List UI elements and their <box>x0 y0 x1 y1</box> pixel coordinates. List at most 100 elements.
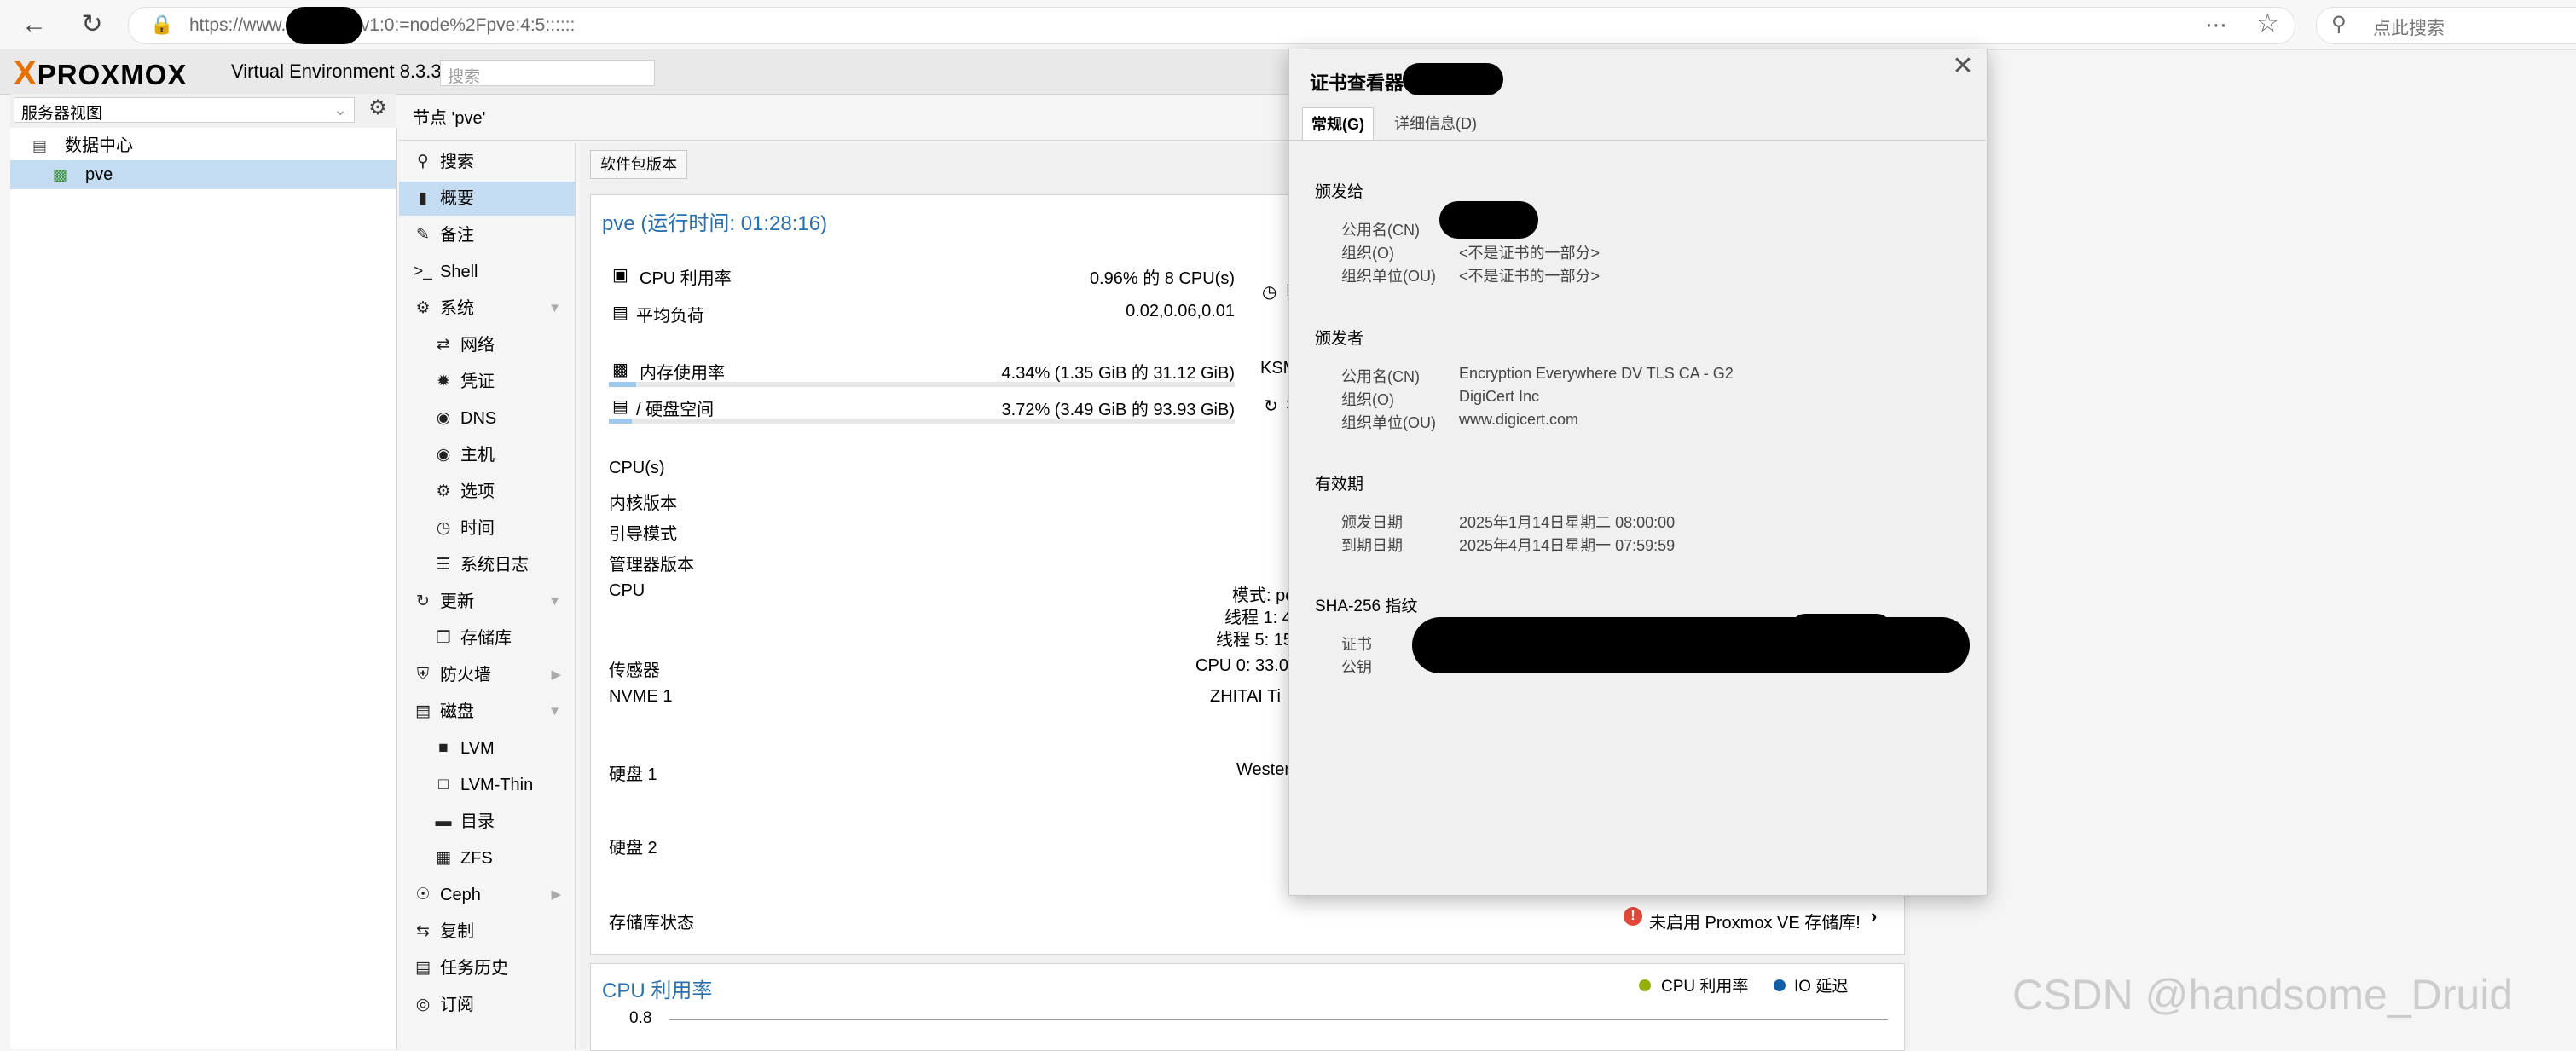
disk-space-bar <box>609 419 1235 424</box>
nav-item-directory[interactable]: ▬ 目录 <box>399 805 575 839</box>
reload-icon[interactable]: ↻ <box>75 8 109 42</box>
info-label-sensors: 传感器 <box>609 661 660 680</box>
nav-item-hosts[interactable]: ◉ 主机 <box>399 438 575 472</box>
nav-item-summary[interactable]: ▮ 概要 <box>399 182 575 216</box>
files-icon: ❐ <box>436 629 451 647</box>
nav-item-network[interactable]: ⇄ 网络 <box>399 328 575 362</box>
retweet-icon: ⇆ <box>416 922 430 940</box>
info-label-kernel: 内核版本 <box>609 494 677 513</box>
error-icon: ! <box>1624 907 1642 926</box>
browser-search-placeholder: 点此搜索 <box>2373 19 2445 38</box>
tree-item-datacenter[interactable]: ▤ 数据中心 <box>10 131 396 160</box>
nav-item-certificates[interactable]: ✹ 凭证 <box>399 365 575 399</box>
book-icon: ▮ <box>418 189 428 207</box>
nav-item-disks[interactable]: ▤ 磁盘 ▼ <box>399 695 575 729</box>
nav-item-lvm-thin[interactable]: □ LVM-Thin <box>399 768 575 802</box>
view-selector[interactable]: 服务器视图 ⌄ <box>14 97 355 123</box>
nav-item-syslog[interactable]: ☰ 系统日志 <box>399 548 575 582</box>
refresh-icon: ↻ <box>1264 397 1278 416</box>
nav-item-repositories[interactable]: ❐ 存储库 <box>399 621 575 655</box>
issued-to-ou-value: <不是证书的一部分> <box>1459 268 1601 285</box>
more-icon[interactable]: ⋯ <box>2205 12 2227 38</box>
package-versions-button[interactable]: 软件包版本 <box>590 150 687 179</box>
tab-details[interactable]: 详细信息(D) <box>1386 107 1485 140</box>
info-label-boot-mode: 引导模式 <box>609 525 677 544</box>
legend-cpu-usage[interactable]: CPU 利用率 <box>1661 973 1748 996</box>
legend-io-delay[interactable]: IO 延迟 <box>1794 973 1848 996</box>
browser-search-box[interactable] <box>2316 7 2576 44</box>
nav-item-task-history[interactable]: ▤ 任务历史 <box>399 951 575 985</box>
certificate-icon: ✹ <box>437 372 450 390</box>
nav-item-dns[interactable]: ◉ DNS <box>399 401 575 436</box>
panel-title: pve (运行时间: 01:28:16) <box>602 212 828 235</box>
nav-item-lvm[interactable]: ■ LVM <box>399 731 575 765</box>
chevron-down-icon: ▼ <box>548 594 561 609</box>
nav-item-notes[interactable]: ✎ 备注 <box>399 218 575 252</box>
issued-by-cn-key: 公用名(CN) <box>1341 368 1420 385</box>
chart-axis-line <box>669 1019 1888 1020</box>
cpu-usage-value: 0.96% 的 8 CPU(s) <box>1089 269 1235 288</box>
info-label-repo-status: 存储库状态 <box>609 914 694 933</box>
lock-icon[interactable]: 🔒 <box>150 14 173 36</box>
ceph-icon: ☉ <box>415 886 431 904</box>
info-label-disk1: 硬盘 1 <box>609 765 657 784</box>
issued-to-ou-key: 组织单位(OU) <box>1341 268 1436 285</box>
watermark: CSDN @handsome_Druid <box>2012 971 2514 1019</box>
disk-space-value: 3.72% (3.49 GiB 的 93.93 GiB) <box>1001 401 1235 419</box>
nav-item-options[interactable]: ⚙ 选项 <box>399 475 575 509</box>
issued-to-cn-key: 公用名(CN) <box>1341 222 1420 239</box>
validity-heading: 有效期 <box>1315 476 1364 494</box>
grid-icon: ▦ <box>436 849 451 867</box>
issued-by-heading: 颁发者 <box>1315 330 1364 348</box>
cpu-usage-label: CPU 利用率 <box>640 269 732 288</box>
load-icon: ▤ <box>612 303 628 322</box>
folder-icon: ▬ <box>435 812 452 830</box>
close-icon[interactable]: ✕ <box>1948 51 1978 82</box>
issued-to-o-value: <不是证书的一部分> <box>1459 245 1601 262</box>
chevron-right-icon: ▶ <box>551 667 561 682</box>
clock-icon: ◷ <box>1262 283 1277 302</box>
redaction-mark <box>1403 63 1503 95</box>
star-icon[interactable]: ☆ <box>2256 9 2279 38</box>
nav-item-system[interactable]: ⚙ 系统 ▼ <box>399 292 575 326</box>
shield-icon: ⛨ <box>416 666 430 684</box>
info-value-thread-1: 线程 1: 4 <box>1224 609 1292 627</box>
memory-usage-label: 内存使用率 <box>640 364 725 383</box>
tab-general[interactable]: 常规(G) <box>1302 107 1374 141</box>
nav-item-zfs[interactable]: ▦ ZFS <box>399 841 575 875</box>
nav-item-search[interactable]: ⚲ 搜索 <box>399 145 575 179</box>
fingerprint-key-key: 公钥 <box>1341 659 1372 676</box>
repo-status-value[interactable]: 未启用 Proxmox VE 存储库! <box>1649 909 1861 933</box>
hdd-icon: ▤ <box>612 397 628 416</box>
memory-icon: ▩ <box>612 361 628 379</box>
nav-item-replication[interactable]: ⇆ 复制 <box>399 915 575 949</box>
tab-divider <box>1288 140 1986 141</box>
nav-item-firewall[interactable]: ⛨ 防火墙 ▶ <box>399 658 575 692</box>
url-text[interactable]: https://www. n:8006/#v1:0:=node%2Fpve:4:… <box>189 15 575 36</box>
nav-item-subscription[interactable]: ◎ 订阅 <box>399 988 575 1022</box>
memory-usage-bar <box>609 382 1235 387</box>
header-search-input[interactable]: 搜索 <box>440 60 655 86</box>
legend-swatch-cpu <box>1639 979 1651 991</box>
nav-item-updates[interactable]: ↻ 更新 ▼ <box>399 585 575 619</box>
nav-item-ceph[interactable]: ☉ Ceph ▶ <box>399 878 575 912</box>
nav-item-time[interactable]: ◷ 时间 <box>399 511 575 546</box>
version-label: Virtual Environment 8.3.3 <box>231 61 442 82</box>
hdd-icon: ▤ <box>415 702 431 720</box>
cpu-icon: ▣ <box>612 266 628 285</box>
info-label-manager: 管理器版本 <box>609 556 694 575</box>
back-arrow-icon[interactable]: ← <box>17 8 51 42</box>
list-alt-icon: ▤ <box>415 959 431 977</box>
chevron-down-icon: ▼ <box>548 704 561 719</box>
dialog-title: 证书查看器 <box>1310 72 1404 94</box>
chevron-right-icon: ▶ <box>551 887 561 902</box>
tree-item-pve[interactable]: ▩ pve <box>10 160 396 189</box>
validity-from-value: 2025年1月14日星期二 08:00:00 <box>1459 514 1676 531</box>
chevron-right-icon[interactable]: › <box>1871 905 1877 927</box>
gear-icon[interactable]: ⚙ <box>365 95 391 121</box>
load-average-value: 0.02,0.06,0.01 <box>1126 302 1235 320</box>
fingerprint-heading: SHA-256 指纹 <box>1315 598 1418 615</box>
nav-item-shell[interactable]: >_ Shell <box>399 255 575 289</box>
redaction-mark <box>1439 201 1538 239</box>
redaction-mark <box>1791 614 1891 643</box>
